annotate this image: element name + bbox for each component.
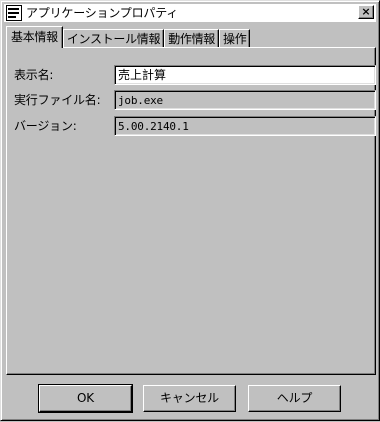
tab-strip: 基本情報 インストール情報 動作情報 操作 xyxy=(6,26,251,48)
version-label: バージョン: xyxy=(14,119,77,133)
tab-operation[interactable]: 操作 xyxy=(219,29,251,48)
properties-dialog: アプリケーションプロパティ × 基本情報 インストール情報 動作情報 操作 表示… xyxy=(0,0,380,421)
close-icon: × xyxy=(361,5,371,18)
executable-row: 実行ファイル名: job.exe xyxy=(14,90,376,110)
title-bar[interactable]: アプリケーションプロパティ × xyxy=(4,4,376,22)
help-button[interactable]: ヘルプ xyxy=(248,385,341,412)
display-name-label: 表示名: xyxy=(14,68,54,82)
version-field: 5.00.2140.1 xyxy=(114,116,376,136)
cancel-button[interactable]: キャンセル xyxy=(143,385,236,412)
close-button[interactable]: × xyxy=(358,5,374,19)
app-icon xyxy=(6,5,22,21)
executable-label: 実行ファイル名: xyxy=(14,93,101,107)
dialog-buttons: OK キャンセル ヘルプ xyxy=(1,377,380,422)
tab-basic-info[interactable]: 基本情報 xyxy=(6,26,63,48)
ok-button[interactable]: OK xyxy=(38,384,133,413)
tab-install-info[interactable]: インストール情報 xyxy=(62,29,165,48)
window-title: アプリケーションプロパティ xyxy=(26,6,179,20)
version-row: バージョン: 5.00.2140.1 xyxy=(14,116,376,136)
display-name-row: 表示名: 売上計算 xyxy=(14,65,376,85)
executable-field: job.exe xyxy=(114,90,376,110)
tab-panel-basic-info: 表示名: 売上計算 実行ファイル名: job.exe バージョン: 5.00.2… xyxy=(6,47,376,375)
display-name-input[interactable]: 売上計算 xyxy=(114,65,376,85)
tab-behavior-info[interactable]: 動作情報 xyxy=(164,29,219,48)
